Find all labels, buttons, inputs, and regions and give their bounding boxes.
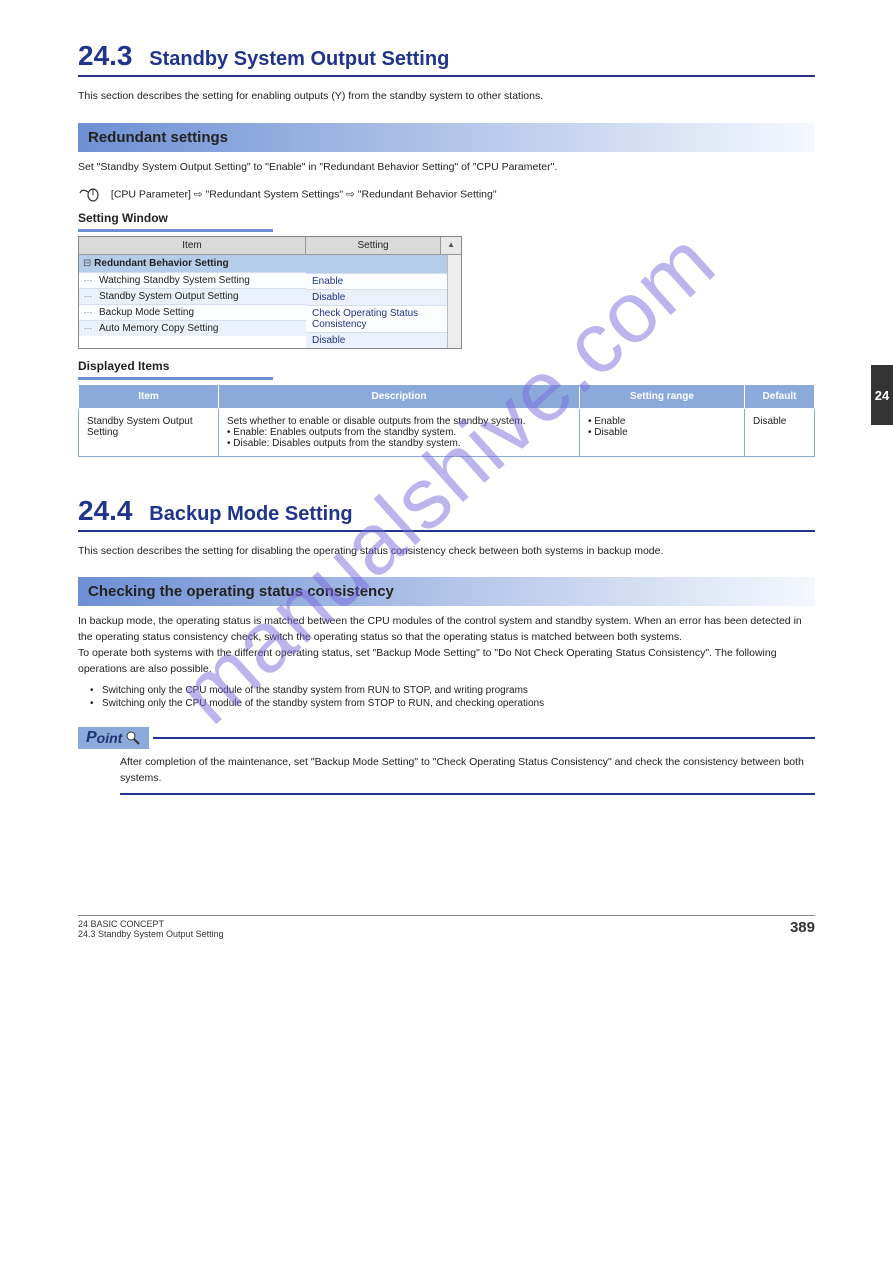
screenshot-row-label: Backup Mode Setting xyxy=(97,307,306,318)
table-header-desc: Description xyxy=(219,384,580,408)
list-item: Switching only the CPU module of the sta… xyxy=(90,698,815,709)
magnifier-icon xyxy=(125,730,141,746)
cell-item: Standby System Output Setting xyxy=(79,408,219,456)
table-header-default: Default xyxy=(745,384,815,408)
screenshot-col-item: Item xyxy=(79,237,306,254)
consistency-heading: Checking the operating status consistenc… xyxy=(78,577,815,606)
screenshot-row-label: Auto Memory Copy Setting xyxy=(97,323,306,334)
screenshot-row-label: Watching Standby System Setting xyxy=(97,275,306,286)
side-tab-chapter: 24 xyxy=(871,365,893,425)
consistency-bullets: Switching only the CPU module of the sta… xyxy=(90,685,815,709)
consistency-text: In backup mode, the operating status is … xyxy=(78,614,815,677)
screenshot-col-setting: Setting xyxy=(306,237,440,254)
displayed-items-table: Item Description Setting range Default S… xyxy=(78,384,815,457)
point-block: PPointoint After completion of the maint… xyxy=(78,727,815,795)
footer-left: 24 BASIC CONCEPT 24.3 Standby System Out… xyxy=(78,919,224,939)
table-header-range: Setting range xyxy=(580,384,745,408)
screenshot-row-value: Disable xyxy=(306,332,447,348)
mouse-icon xyxy=(78,184,102,205)
point-tag: PPointoint xyxy=(78,727,149,749)
screenshot-row-value: Check Operating Status Consistency xyxy=(306,305,447,332)
cell-range: • Enable • Disable xyxy=(580,408,745,456)
scrollbar-up-icon: ▲ xyxy=(440,237,461,254)
nav-path-text: [CPU Parameter] ⇨ "Redundant System Sett… xyxy=(111,188,497,200)
page-footer: 24 BASIC CONCEPT 24.3 Standby System Out… xyxy=(78,915,815,939)
cell-desc: Sets whether to enable or disable output… xyxy=(219,408,580,456)
settings-screenshot: Item Setting ▲ ⊟ Redundant Behavior Sett… xyxy=(78,236,462,349)
scrollbar xyxy=(447,255,461,348)
section-heading: 24.3 Standby System Output Setting xyxy=(78,40,815,77)
screenshot-row-value: Enable xyxy=(306,273,447,289)
screenshot-row-label: Standby System Output Setting xyxy=(97,291,306,302)
table-row: Standby System Output Setting Sets wheth… xyxy=(79,408,815,456)
underline-bar xyxy=(78,377,273,380)
displayed-items-label: Displayed Items xyxy=(78,359,815,373)
section2-text: This section describes the setting for d… xyxy=(78,544,815,560)
intro-paragraph: This section describes the setting for e… xyxy=(78,89,815,105)
cell-default: Disable xyxy=(745,408,815,456)
section-title: Standby System Output Setting xyxy=(149,48,449,70)
setting-window-label: Setting Window xyxy=(78,211,815,225)
redundant-settings-heading: Redundant settings xyxy=(78,123,815,152)
table-header-item: Item xyxy=(79,384,219,408)
screenshot-row-value: Disable xyxy=(306,289,447,305)
section-title-2: Backup Mode Setting xyxy=(149,503,352,525)
underline-bar xyxy=(78,229,273,232)
screenshot-group: ⊟ Redundant Behavior Setting xyxy=(79,255,306,272)
section-heading-2: 24.4 Backup Mode Setting xyxy=(78,495,815,532)
list-item: Switching only the CPU module of the sta… xyxy=(90,685,815,696)
point-body: After completion of the maintenance, set… xyxy=(78,749,815,793)
section-number-2: 24.4 xyxy=(78,495,133,526)
section-number: 24.3 xyxy=(78,40,133,71)
navigation-path: [CPU Parameter] ⇨ "Redundant System Sett… xyxy=(78,184,815,205)
redundant-settings-text: Set "Standby System Output Setting" to "… xyxy=(78,160,815,176)
footer-page-number: 389 xyxy=(790,919,815,939)
